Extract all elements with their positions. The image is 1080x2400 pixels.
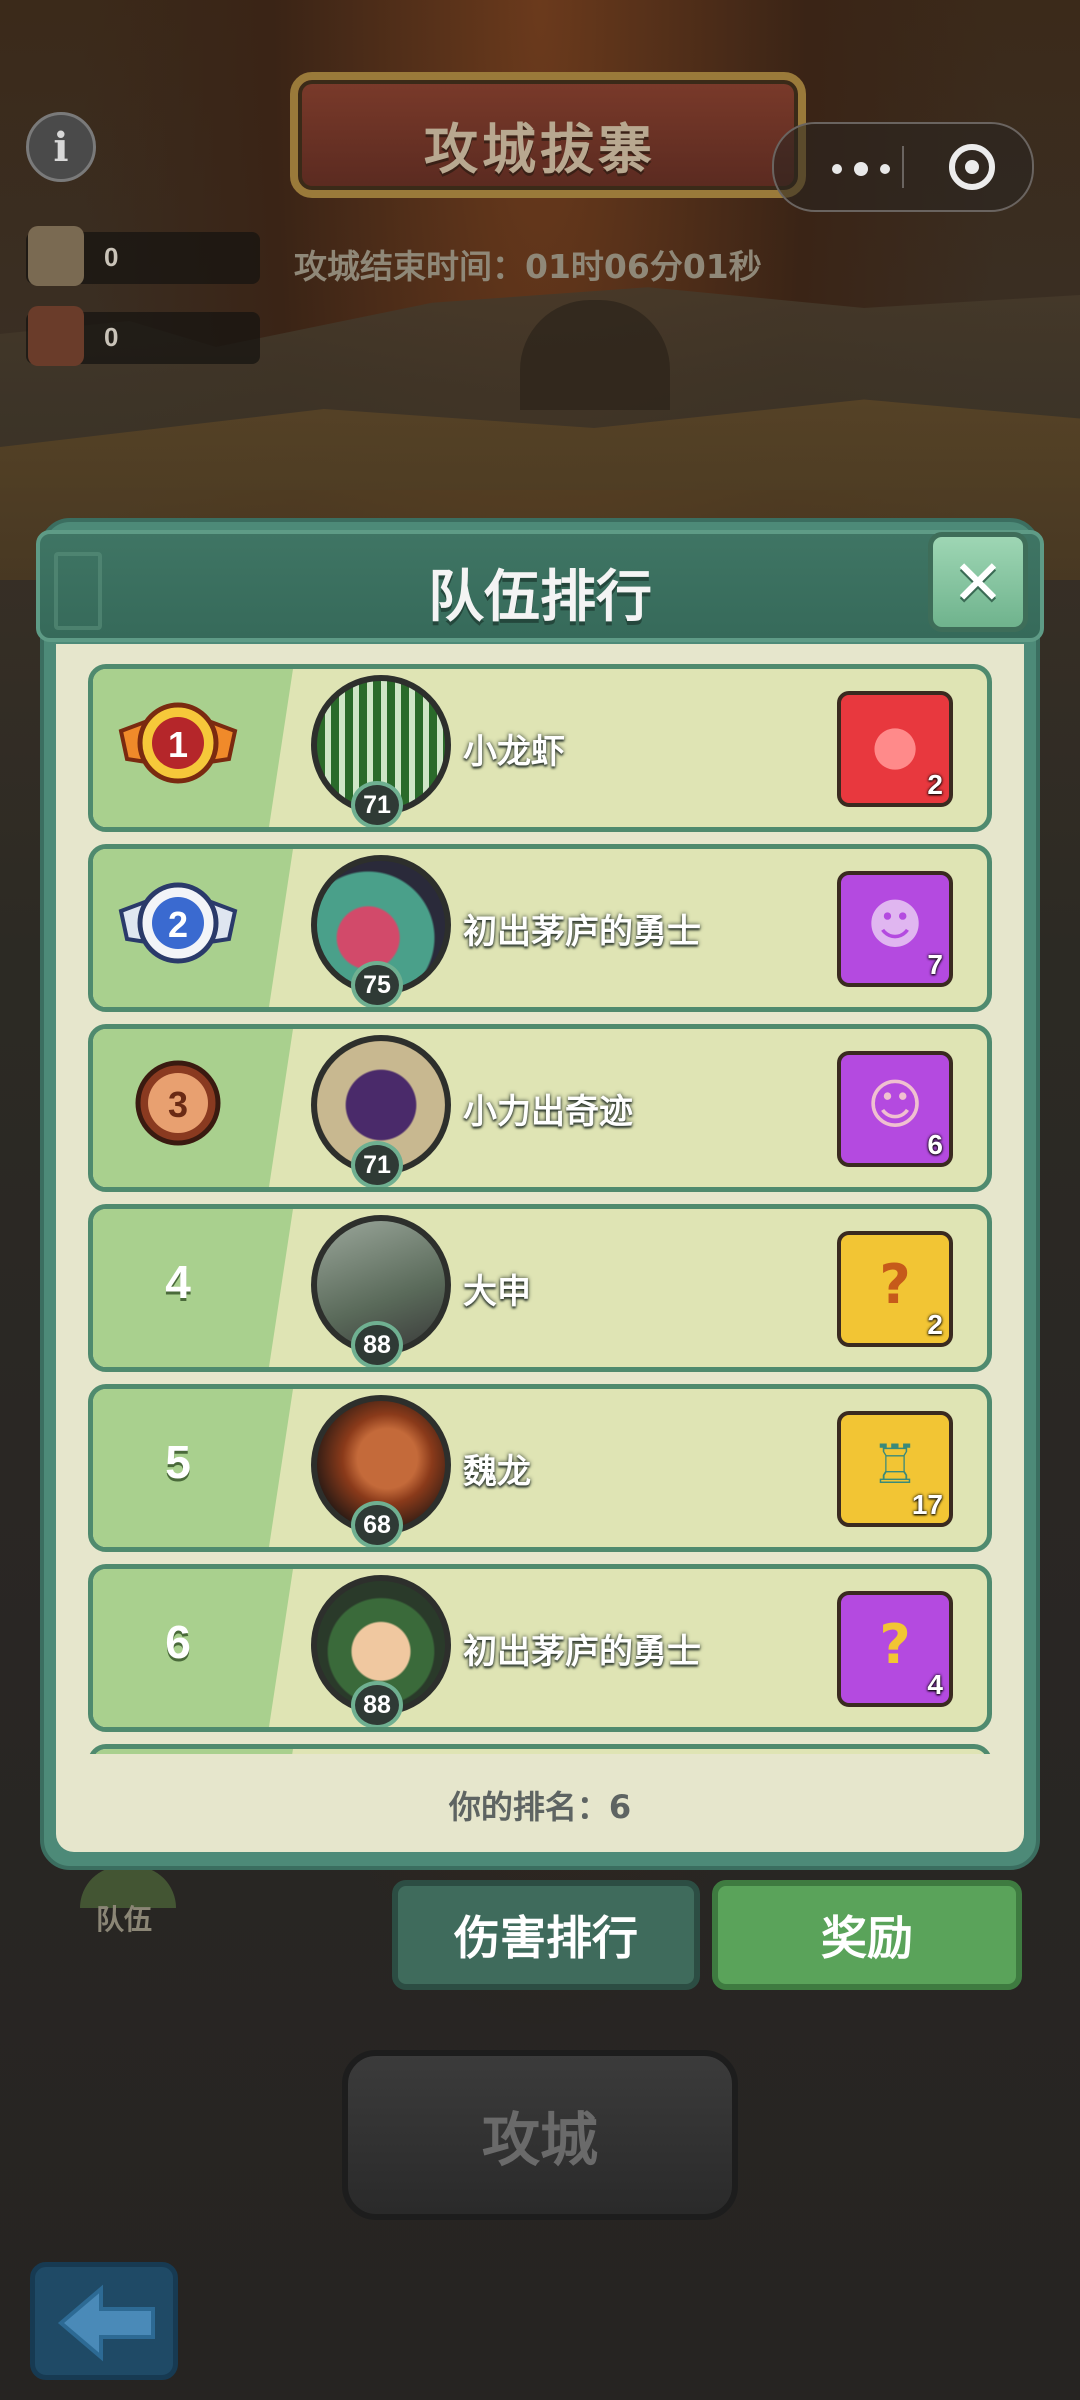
close-icon[interactable]: ✕ [928, 532, 1028, 632]
reward-item[interactable]: ☻ 7 [837, 871, 953, 987]
damage-ranking-tab[interactable]: 伤害排行 [392, 1880, 700, 1990]
purple-hero-card-icon: ☺ [866, 1073, 924, 1136]
player-name: 小力出奇迹 [463, 1092, 633, 1132]
close-miniprogram-icon[interactable] [949, 144, 995, 190]
rank-number: 4 [165, 1256, 191, 1308]
purple-puzzle-icon: ? [879, 1613, 911, 1676]
dialog-title: 队伍排行 [428, 565, 652, 630]
purple-hero-card-icon: ☻ [866, 893, 924, 956]
reward-item[interactable]: ? 4 [837, 1591, 953, 1707]
siege-button[interactable]: 攻城 [342, 2050, 738, 2220]
gold-medal-icon: 1 [118, 702, 238, 784]
resource-supply: 0 [26, 226, 260, 286]
resource-value: 0 [104, 242, 119, 272]
silver-medal-icon: 2 [118, 882, 238, 964]
reward-count: 2 [927, 1309, 943, 1340]
siege-countdown: 攻城结束时间：01时06分01秒 [294, 247, 762, 286]
reward-item[interactable]: ♖ 17 [837, 1411, 953, 1527]
team-tab-label[interactable]: 队伍 [96, 1898, 152, 1938]
info-icon[interactable]: i [26, 112, 96, 182]
reward-count: 2 [927, 769, 943, 800]
reward-count: 6 [927, 1129, 943, 1160]
ranking-row[interactable]: 6 88 初出茅庐的勇士 ? 4 [88, 1564, 992, 1732]
ranking-row[interactable]: 4 88 大申 ? 2 [88, 1204, 992, 1372]
reward-count: 7 [927, 949, 943, 980]
level-badge: 88 [351, 1681, 403, 1727]
ranking-row[interactable]: 1 71 小龙虾 ● 2 [88, 664, 992, 832]
ranking-row[interactable]: 3 71 小力出奇迹 ☺ 6 [88, 1024, 992, 1192]
ranking-row[interactable]: 5 68 魏龙 ♖ 17 [88, 1384, 992, 1552]
rank-number: 5 [165, 1436, 191, 1488]
reward-tab[interactable]: 奖励 [712, 1880, 1022, 1990]
level-badge: 88 [351, 1321, 403, 1367]
svg-text:3: 3 [168, 1084, 188, 1125]
level-badge: 71 [351, 781, 403, 827]
banner-title: 攻城拔寨 [424, 118, 656, 181]
more-options-icon[interactable] [832, 162, 890, 176]
svg-text:1: 1 [168, 724, 188, 765]
rank-number: 6 [165, 1616, 191, 1668]
bronze-vessel-icon: ♖ [870, 1433, 920, 1496]
player-name: 初出茅庐的勇士 [463, 912, 701, 952]
level-badge: 75 [351, 961, 403, 1007]
player-name: 小龙虾 [463, 732, 565, 772]
reward-item[interactable]: ● 2 [837, 691, 953, 807]
player-name: 魏龙 [463, 1452, 531, 1492]
level-badge: 71 [351, 1141, 403, 1187]
ranking-row[interactable]: 2 75 初出茅庐的勇士 ☻ 7 [88, 844, 992, 1012]
svg-text:2: 2 [168, 904, 188, 945]
ranking-row[interactable] [88, 1744, 992, 1754]
red-egg-icon: ● [871, 713, 919, 776]
gold-puzzle-icon: ? [879, 1253, 911, 1316]
reward-item[interactable]: ? 2 [837, 1231, 953, 1347]
your-rank: 你的排名：6 [448, 1788, 632, 1826]
scroll-map-icon [28, 306, 84, 366]
player-name: 大申 [463, 1272, 531, 1312]
player-name: 初出茅庐的勇士 [463, 1632, 701, 1672]
ranking-list[interactable]: 1 71 小龙虾 ● 2 2 75 初出茅庐的勇士 ☻ 7 3 71 小力出奇迹… [88, 664, 992, 1754]
reward-count: 4 [927, 1669, 943, 1700]
supply-crate-icon [28, 226, 84, 286]
back-arrow-icon[interactable] [30, 2262, 178, 2380]
event-title-banner: 攻城拔寨 [250, 50, 830, 210]
miniprogram-capsule [772, 122, 1034, 212]
resource-value: 0 [104, 322, 119, 352]
reward-item[interactable]: ☺ 6 [837, 1051, 953, 1167]
resource-scroll: 0 [26, 306, 260, 366]
level-badge: 68 [351, 1501, 403, 1547]
reward-count: 17 [911, 1489, 943, 1520]
bronze-medal-icon: 3 [135, 1060, 221, 1146]
